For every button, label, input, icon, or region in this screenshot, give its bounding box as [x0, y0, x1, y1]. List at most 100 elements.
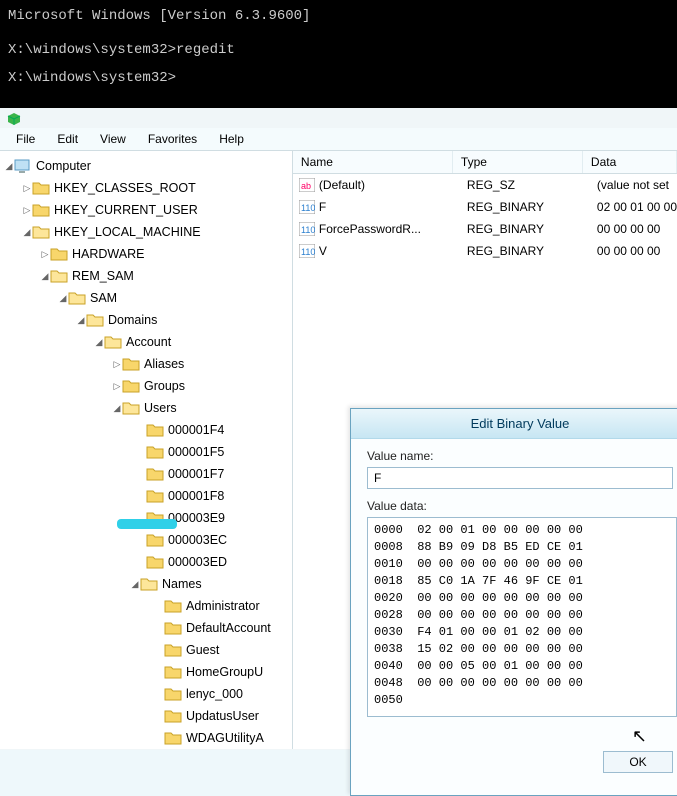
tree-label: Groups [144, 379, 185, 393]
expander-icon[interactable]: ▷ [112, 359, 122, 370]
tree-node-name-item[interactable]: UpdatusUser [0, 705, 292, 727]
row-name: V [319, 244, 467, 258]
col-name[interactable]: Name [293, 151, 453, 173]
folder-icon [164, 598, 182, 614]
computer-icon [14, 158, 30, 174]
folder-icon [146, 422, 164, 438]
expander-icon[interactable]: ◢ [22, 227, 32, 238]
tree-node-hkcr[interactable]: ▷ HKEY_CLASSES_ROOT [0, 177, 292, 199]
tree-label: 000001F7 [168, 467, 224, 481]
menu-view[interactable]: View [90, 130, 136, 148]
expander-icon[interactable]: ◢ [4, 161, 14, 172]
tree-node-hklm[interactable]: ◢ HKEY_LOCAL_MACHINE [0, 221, 292, 243]
row-name: ForcePasswordR... [319, 222, 467, 236]
value-data-label: Value data: [367, 499, 673, 513]
value-row[interactable]: 110ForcePasswordR...REG_BINARY00 00 00 0… [293, 218, 677, 240]
folder-open-icon [104, 334, 122, 350]
tree-label: Computer [36, 159, 91, 173]
binary-value-icon: 110 [299, 200, 315, 214]
tree-node-user[interactable]: 000003EC [0, 529, 292, 551]
col-data[interactable]: Data [583, 151, 677, 173]
registry-cube-icon [6, 110, 22, 126]
tree-node-account[interactable]: ◢ Account [0, 331, 292, 353]
menu-help[interactable]: Help [209, 130, 254, 148]
tree-label: Account [126, 335, 171, 349]
cmd-line: Microsoft Windows [Version 6.3.9600] [8, 4, 669, 28]
tree-node-aliases[interactable]: ▷ Aliases [0, 353, 292, 375]
cmd-line: X:\windows\system32>regedit [8, 38, 669, 62]
menu-edit[interactable]: Edit [47, 130, 88, 148]
tree-label: DefaultAccount [186, 621, 271, 635]
folder-icon [146, 554, 164, 570]
registry-tree[interactable]: ◢ Computer ▷ HKEY_CLASSES_ROOT ▷ HKEY_CU… [0, 151, 293, 749]
tree-node-user[interactable]: 000001F5 [0, 441, 292, 463]
expander-icon[interactable]: ◢ [40, 271, 50, 282]
edit-binary-dialog: Edit Binary Value Value name: Value data… [350, 408, 677, 796]
expander-icon[interactable]: ◢ [76, 315, 86, 326]
tree-node-user[interactable]: 000001F8 [0, 485, 292, 507]
tree-label: Aliases [144, 357, 184, 371]
column-headers: Name Type Data [293, 151, 677, 174]
tree-node-names[interactable]: ◢ Names [0, 573, 292, 595]
expander-icon[interactable]: ◢ [130, 579, 140, 590]
menu-file[interactable]: File [6, 130, 45, 148]
svg-text:110: 110 [301, 225, 315, 235]
cursor-icon: ↖ [632, 726, 647, 747]
tree-node-rem-sam[interactable]: ◢ REM_SAM [0, 265, 292, 287]
row-type: REG_SZ [467, 178, 597, 192]
row-type: REG_BINARY [467, 200, 597, 214]
tree-node-user[interactable]: 000001F7 [0, 463, 292, 485]
tree-node-name-item[interactable]: Guest [0, 639, 292, 661]
tree-label: HKEY_LOCAL_MACHINE [54, 225, 201, 239]
tree-node-sam[interactable]: ◢ SAM [0, 287, 292, 309]
folder-icon [146, 488, 164, 504]
folder-icon [164, 664, 182, 680]
value-row[interactable]: ab(Default)REG_SZ(value not set [293, 174, 677, 196]
tree-node-name-item[interactable]: lenyc_000 [0, 683, 292, 705]
menu-bar: File Edit View Favorites Help [0, 128, 677, 151]
col-type[interactable]: Type [453, 151, 583, 173]
expander-icon[interactable]: ◢ [58, 293, 68, 304]
value-name-input[interactable] [367, 467, 673, 489]
tree-node-name-item[interactable]: HomeGroupU [0, 661, 292, 683]
folder-open-icon [32, 224, 50, 240]
title-bar [0, 108, 677, 128]
tree-node-name-item[interactable]: Administrator [0, 595, 292, 617]
tree-node-user[interactable]: 000003ED [0, 551, 292, 573]
tree-node-user[interactable]: 000001F4 [0, 419, 292, 441]
hex-editor[interactable]: 0000 02 00 01 00 00 00 00 00 0008 88 B9 … [367, 517, 677, 717]
value-row[interactable]: 110FREG_BINARY02 00 01 00 00 [293, 196, 677, 218]
tree-node-users[interactable]: ◢ Users [0, 397, 292, 419]
folder-icon [32, 202, 50, 218]
expander-icon[interactable]: ▷ [22, 183, 32, 194]
value-row[interactable]: 110VREG_BINARY00 00 00 00 [293, 240, 677, 262]
row-data: 00 00 00 00 [597, 244, 677, 258]
cmd-line: X:\windows\system32> [8, 66, 669, 90]
tree-node-hardware[interactable]: ▷ HARDWARE [0, 243, 292, 265]
tree-node-name-item[interactable]: DefaultAccount [0, 617, 292, 639]
tree-label: HKEY_CLASSES_ROOT [54, 181, 196, 195]
menu-favorites[interactable]: Favorites [138, 130, 207, 148]
tree-label: SAM [90, 291, 117, 305]
tree-label: 000003ED [168, 555, 227, 569]
expander-icon[interactable]: ▷ [40, 249, 50, 260]
expander-icon[interactable]: ◢ [94, 337, 104, 348]
folder-icon [122, 356, 140, 372]
tree-node-name-item[interactable]: WDAGUtilityA [0, 727, 292, 749]
tree-node-hkcu[interactable]: ▷ HKEY_CURRENT_USER [0, 199, 292, 221]
folder-open-icon [86, 312, 104, 328]
ok-button[interactable]: OK [603, 751, 673, 773]
tree-label: 000001F5 [168, 445, 224, 459]
tree-node-groups[interactable]: ▷ Groups [0, 375, 292, 397]
tree-label: 000001F8 [168, 489, 224, 503]
tree-label: Users [144, 401, 177, 415]
tree-node-computer[interactable]: ◢ Computer [0, 155, 292, 177]
expander-icon[interactable]: ◢ [112, 403, 122, 414]
folder-icon [50, 246, 68, 262]
svg-text:ab: ab [301, 181, 311, 191]
tree-node-domains[interactable]: ◢ Domains [0, 309, 292, 331]
dialog-title: Edit Binary Value [351, 409, 677, 439]
expander-icon[interactable]: ▷ [112, 381, 122, 392]
row-type: REG_BINARY [467, 244, 597, 258]
expander-icon[interactable]: ▷ [22, 205, 32, 216]
